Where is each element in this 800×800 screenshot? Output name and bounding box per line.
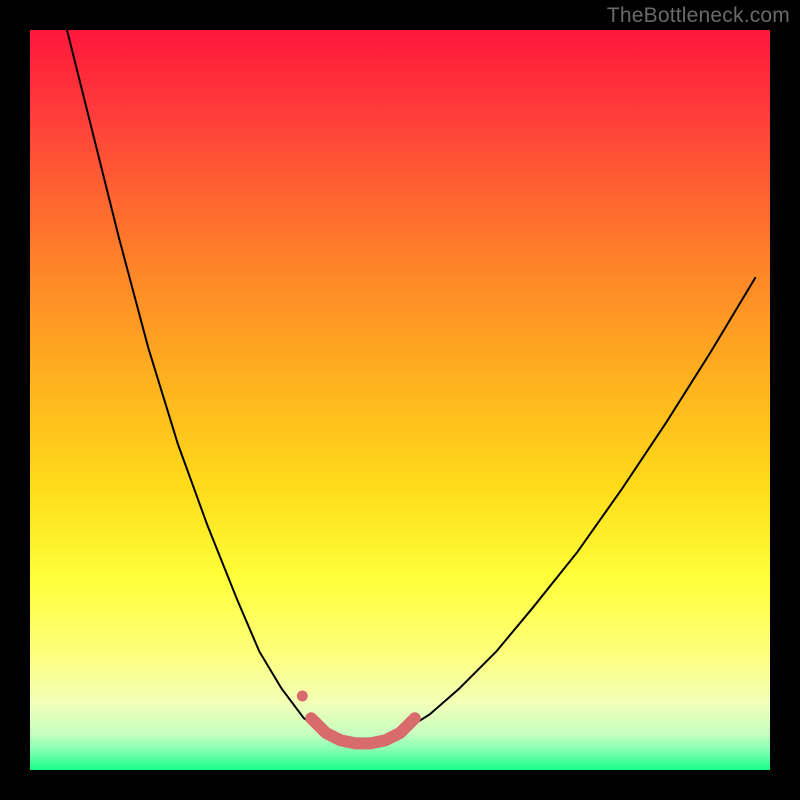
chart-frame: TheBottleneck.com (0, 0, 800, 800)
watermark-text: TheBottleneck.com (607, 4, 790, 28)
gradient-background (30, 30, 770, 770)
optimal-band-start-dot (297, 691, 308, 702)
plot-area (30, 30, 770, 770)
chart-svg (30, 30, 770, 770)
